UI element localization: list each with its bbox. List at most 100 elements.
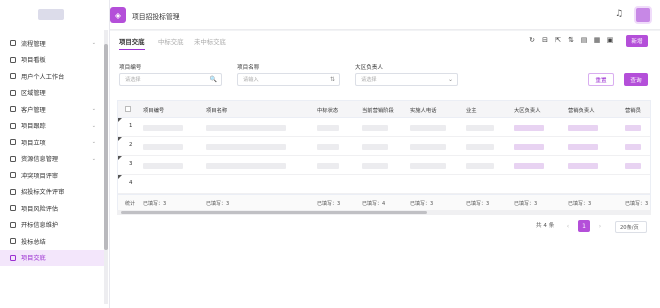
sidebar-item-label: 项目风险评估 — [21, 205, 59, 213]
user-icon — [10, 106, 16, 113]
filter-label-region-owner: 大区负责人 — [355, 65, 383, 71]
sort-icon[interactable]: ⇅ — [567, 36, 575, 44]
filter-label-project-name: 项目名称 — [237, 65, 260, 71]
sidebar-item-label: 资源信息管理 — [21, 156, 59, 164]
page-1-button[interactable]: 1 — [578, 220, 590, 232]
sidebar-item-label: 流程管理 — [21, 40, 46, 48]
region-owner-select[interactable]: 请选择 ⌄ — [355, 73, 458, 86]
search-icon: 🔍 — [209, 76, 217, 83]
sidebar-item[interactable]: 投标总结 — [0, 233, 104, 250]
filter-placeholder: 请输入 — [243, 77, 259, 83]
resource-icon — [10, 155, 16, 162]
summary-cell: 已填写：3 — [625, 201, 649, 207]
redacted-cell — [625, 144, 641, 150]
risk-icon — [10, 205, 16, 212]
refresh-icon[interactable]: ↻ — [528, 36, 536, 44]
add-button[interactable]: 新增 — [626, 35, 648, 47]
sidebar-item[interactable]: 项目立项 ⌄ — [0, 134, 104, 151]
table-row[interactable]: 2 — [118, 137, 650, 156]
col-marketing-owner[interactable]: 营销负责人 — [568, 106, 595, 114]
row-number: 1 — [129, 123, 133, 129]
page-size-value: 20条/页 — [620, 224, 639, 231]
globe-icon — [10, 89, 16, 96]
sidebar-item[interactable]: 招投标文件评审 — [0, 184, 104, 201]
sidebar-item[interactable]: 项目跟踪 ⌄ — [0, 118, 104, 135]
sidebar-item-label: 区域管理 — [21, 90, 46, 98]
sidebar-item[interactable]: 用户个人工作台 — [0, 68, 104, 85]
redacted-cell — [514, 144, 544, 150]
sidebar-item-label: 用户个人工作台 — [21, 73, 65, 81]
tab-project-handover[interactable]: 项目交底 — [119, 37, 145, 50]
columns-icon[interactable]: ▦ — [593, 36, 601, 44]
bell-icon[interactable]: ♫ — [615, 9, 623, 19]
redacted-cell — [466, 163, 494, 169]
summary-cell: 已填写：3 — [514, 201, 538, 207]
redacted-cell — [410, 163, 446, 169]
table-row[interactable]: 1 — [118, 118, 650, 137]
sidebar-item[interactable]: 冲突项目评审 — [0, 167, 104, 184]
tab-won-handover[interactable]: 中标交底 — [158, 37, 184, 46]
avatar[interactable] — [634, 6, 652, 24]
prev-page-button[interactable]: ‹ — [562, 220, 574, 232]
sidebar-item[interactable]: 项目交底 — [0, 249, 104, 266]
summary-cell: 已填写：3 — [466, 201, 490, 207]
row-number: 4 — [129, 180, 133, 186]
reset-button[interactable]: 重置 — [588, 73, 614, 86]
col-project-no[interactable]: 项目编号 — [143, 106, 164, 114]
redacted-cell — [317, 125, 339, 131]
redacted-cell — [362, 125, 388, 131]
row-number: 3 — [129, 161, 133, 167]
summary-cell: 已填写：3 — [206, 201, 230, 207]
redacted-cell — [568, 144, 598, 150]
redacted-cell — [410, 144, 446, 150]
sidebar-item[interactable]: 流程管理 ⌄ — [0, 35, 104, 52]
query-button[interactable]: 查询 — [624, 73, 648, 86]
table-scrollbar[interactable] — [121, 211, 427, 214]
sidebar-item[interactable]: 客户管理 ⌄ — [0, 101, 104, 118]
col-region-owner[interactable]: 大区负责人 — [514, 106, 541, 114]
redacted-cell — [362, 144, 388, 150]
sidebar-scrollbar[interactable] — [104, 44, 108, 250]
sidebar-item-label: 招投标文件评审 — [21, 189, 65, 197]
table-row[interactable]: 4 — [118, 175, 650, 194]
sidebar-item[interactable]: 项目看板 — [0, 52, 104, 69]
col-project-name[interactable]: 项目名称 — [206, 106, 227, 114]
sidebar-nav: 流程管理 ⌄ 项目看板 用户个人工作台 区域管理 客户管理 ⌄ 项目跟踪 ⌄ 项目立项 ⌄ 资源信息管… — [0, 35, 104, 266]
select-all-checkbox[interactable] — [125, 106, 131, 112]
chevron-down-icon: ⌄ — [91, 139, 96, 146]
redacted-cell — [317, 163, 339, 169]
col-marketer[interactable]: 营销员 — [625, 106, 641, 114]
summary-label: 统计 — [125, 201, 136, 207]
star-icon — [10, 139, 16, 146]
col-bid-status[interactable]: 中标状态 — [317, 106, 338, 114]
redacted-cell — [143, 163, 183, 169]
next-page-button[interactable]: › — [594, 220, 606, 232]
sidebar-item[interactable]: 开标信息维护 — [0, 217, 104, 234]
sidebar-item[interactable]: 项目风险评估 — [0, 200, 104, 217]
col-owner[interactable]: 业主 — [466, 106, 477, 114]
project-name-input[interactable]: 请输入 ⇅ — [237, 73, 340, 86]
redacted-cell — [568, 163, 598, 169]
col-stage[interactable]: 当前营销阶段 — [362, 106, 394, 114]
project-no-select[interactable]: 请选择 🔍 — [119, 73, 222, 86]
print-icon[interactable]: ▣ — [606, 36, 614, 44]
page-size-select[interactable]: 20条/页 — [615, 221, 647, 233]
redacted-cell — [206, 125, 286, 131]
redacted-cell — [625, 163, 641, 169]
top-bar: ◈ 项目招投标管理 ♫ — [110, 0, 660, 30]
logo — [38, 9, 64, 20]
sidebar-item[interactable]: 资源信息管理 ⌄ — [0, 151, 104, 168]
summary-cell: 已填写：3 — [317, 201, 341, 207]
list-icon — [10, 40, 16, 47]
export-icon[interactable]: ⊟ — [541, 36, 549, 44]
table-row[interactable]: 3 — [118, 156, 650, 175]
filter-icon[interactable]: ▤ — [580, 36, 588, 44]
col-phone[interactable]: 实施人电话 — [410, 106, 437, 114]
summary-cell: 已填写：3 — [410, 201, 434, 207]
tab-lost-handover[interactable]: 未中标交底 — [194, 37, 226, 46]
conflict-icon — [10, 172, 16, 179]
import-icon[interactable]: ⇱ — [554, 36, 562, 44]
sidebar-item[interactable]: 区域管理 — [0, 85, 104, 102]
filter-placeholder: 请选择 — [125, 77, 141, 83]
redacted-cell — [625, 125, 641, 131]
